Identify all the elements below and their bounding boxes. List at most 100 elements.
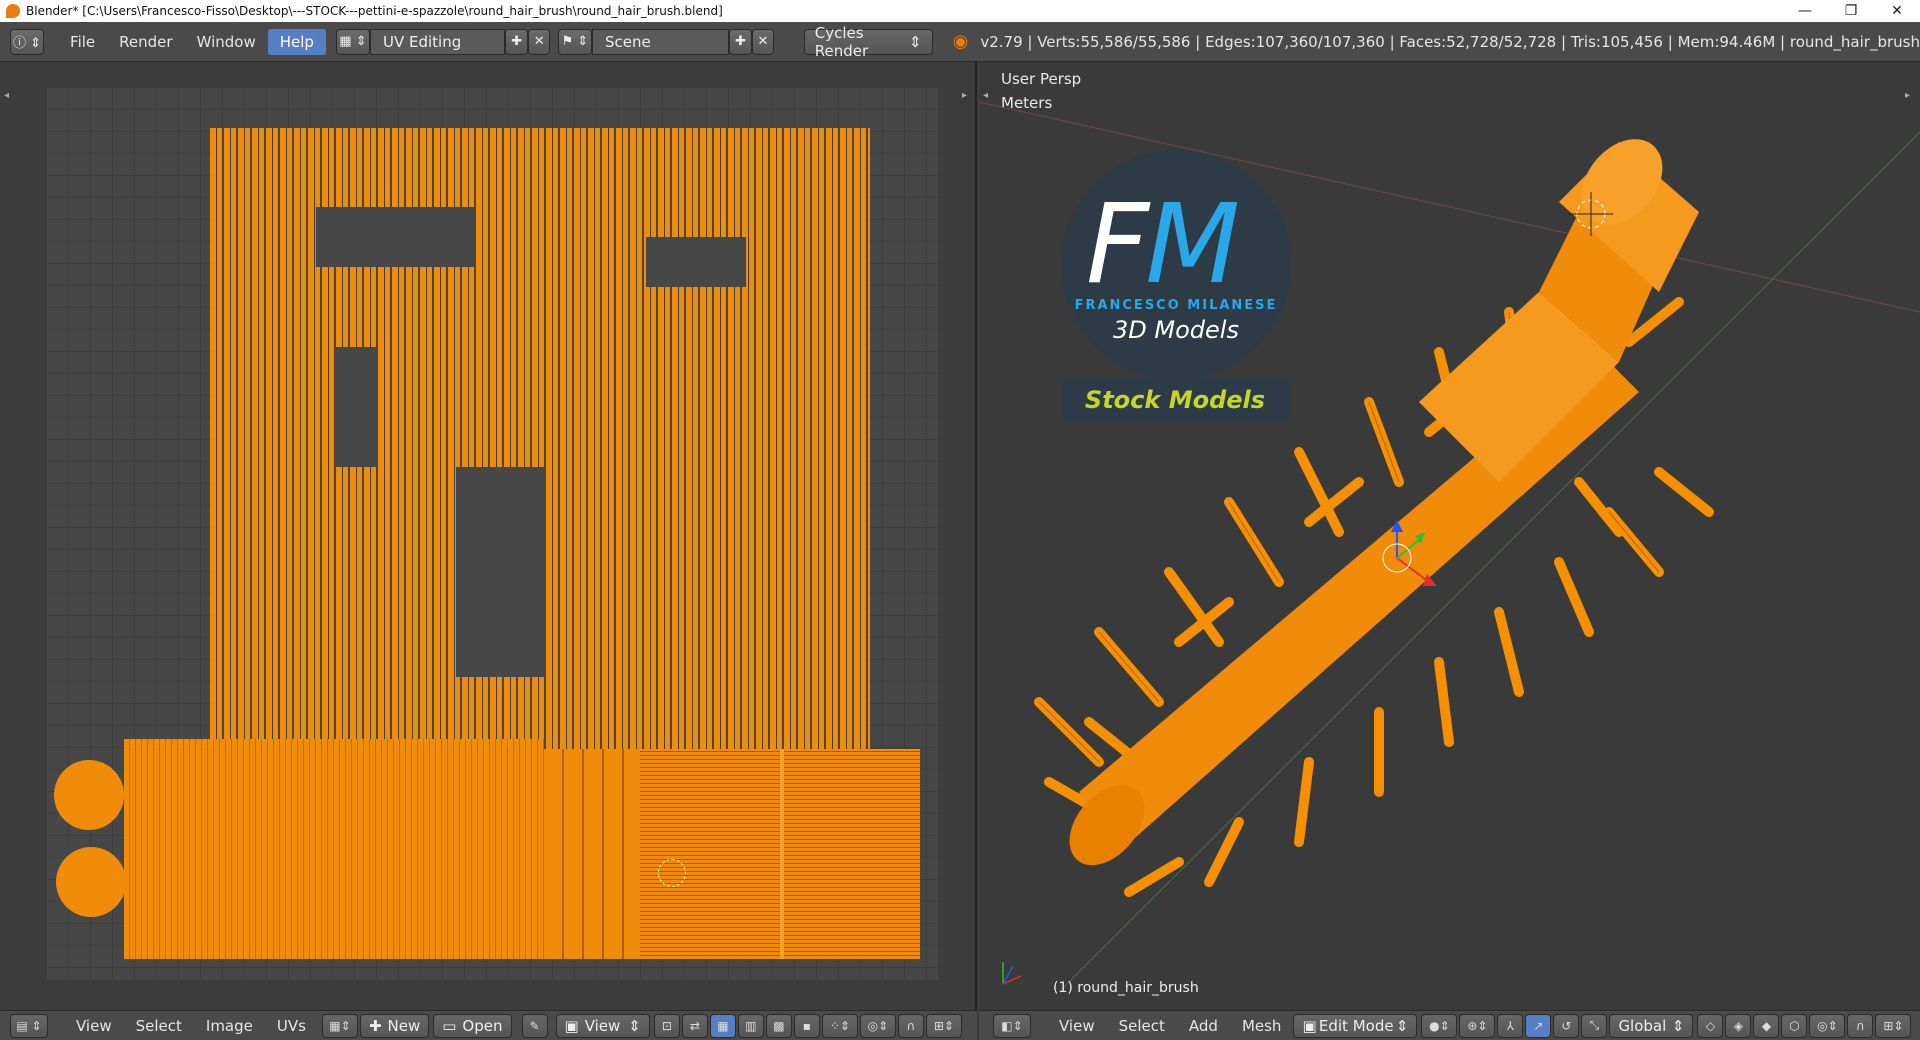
pivot-point-button[interactable]: ⊡ bbox=[653, 1013, 680, 1038]
uv-menu-image[interactable]: Image bbox=[194, 1017, 265, 1035]
interaction-mode-select[interactable]: ▣ Edit Mode ⇕ bbox=[1293, 1013, 1418, 1038]
plus-icon: ✚ bbox=[368, 1016, 382, 1035]
logo-monogram: FM bbox=[1086, 180, 1240, 308]
region-toggle-icon[interactable]: ◂ bbox=[4, 90, 14, 101]
menu-window[interactable]: Window bbox=[185, 29, 268, 55]
uv-grid-canvas[interactable] bbox=[46, 87, 938, 980]
uv-empty-area bbox=[316, 207, 476, 267]
menu-render[interactable]: Render bbox=[107, 29, 184, 55]
edge-mode-button[interactable]: ◈ bbox=[1725, 1013, 1752, 1038]
scale-manipulator-button[interactable]: ⤡ bbox=[1581, 1013, 1608, 1038]
uv-cap-top[interactable] bbox=[54, 760, 124, 830]
new-image-label: New bbox=[387, 1016, 421, 1035]
2d-cursor[interactable] bbox=[658, 859, 686, 887]
vertex-mode-button[interactable]: ◇ bbox=[1697, 1013, 1724, 1038]
island-select-button[interactable]: ▪ bbox=[793, 1013, 820, 1038]
occlude-geometry-button[interactable]: ⬡ bbox=[1781, 1013, 1808, 1038]
scene-stats: v2.79 | Verts:55,586/55,586 | Edges:107,… bbox=[980, 32, 1920, 51]
3d-menu-add[interactable]: Add bbox=[1177, 1017, 1230, 1035]
sync-selection-button[interactable]: ⇄ bbox=[681, 1013, 708, 1038]
add-layout-button[interactable]: ✚ bbox=[505, 28, 529, 55]
snap-element-3d-button[interactable]: ⊞⇕ bbox=[1875, 1013, 1912, 1038]
translate-manipulator-button[interactable]: ↗ bbox=[1525, 1013, 1552, 1038]
delete-layout-button[interactable]: ✕ bbox=[528, 28, 550, 55]
scene-field[interactable]: Scene bbox=[592, 28, 729, 55]
maximize-button[interactable]: ❐ bbox=[1828, 0, 1874, 22]
scale-icon: ⤡ bbox=[1589, 1018, 1600, 1032]
render-engine-value: Cycles Render bbox=[814, 23, 869, 60]
3d-menu-mesh[interactable]: Mesh bbox=[1230, 1017, 1294, 1035]
proportional-edit-3d-button[interactable]: ◎⇕ bbox=[1809, 1013, 1846, 1038]
3d-menu-view[interactable]: View bbox=[1047, 1017, 1107, 1035]
logo-brand-text: FRANCESCO MILANESE bbox=[1074, 298, 1278, 313]
snap-toggle-button[interactable]: ∩ bbox=[897, 1013, 924, 1038]
vertex-select-button[interactable]: ▦ bbox=[709, 1013, 736, 1038]
editor-type-3d-button[interactable]: ◧⇕ bbox=[993, 1013, 1031, 1038]
uv-menu-uvs[interactable]: UVs bbox=[265, 1017, 318, 1035]
viewport-shading-button[interactable]: ●⇕ bbox=[1421, 1013, 1458, 1038]
menu-help[interactable]: Help bbox=[267, 28, 326, 55]
arrow-icon: ↗ bbox=[1533, 1018, 1544, 1033]
minimize-button[interactable]: — bbox=[1782, 0, 1828, 22]
plus-icon: ✚ bbox=[735, 34, 746, 49]
edit-mode-icon: ▣ bbox=[1302, 1016, 1317, 1035]
editor-type-info-button[interactable]: ⓘ ⇕ bbox=[10, 28, 45, 55]
menu-file[interactable]: File bbox=[58, 29, 107, 55]
close-button[interactable]: ✕ bbox=[1874, 0, 1920, 22]
window-titlebar: Blender* [C:\Users\Francesco-Fisso\Deskt… bbox=[0, 0, 1920, 22]
view3d-header: ◧⇕ View Select Add Mesh ▣ Edit Mode ⇕ ●⇕ ⊛… bbox=[979, 1010, 1920, 1040]
image-browse-icon: ▦⇕ bbox=[329, 1018, 351, 1033]
occlude-icon: ⬡ bbox=[1789, 1018, 1800, 1033]
screen-layout-button[interactable]: ▦ ⇕ bbox=[335, 28, 370, 55]
pin-image-button[interactable]: ✎ bbox=[521, 1013, 548, 1038]
image-icon: ▣ bbox=[564, 1016, 579, 1035]
fm-logo: FM FRANCESCO MILANESE 3D Models bbox=[1061, 150, 1291, 380]
delete-scene-button[interactable]: ✕ bbox=[752, 28, 774, 55]
screen-layout-field[interactable]: UV Editing bbox=[369, 28, 506, 55]
solid-shading-icon: ●⇕ bbox=[1429, 1018, 1450, 1033]
region-toggle-icon[interactable]: ▸ bbox=[962, 90, 972, 101]
rotate-manipulator-button[interactable]: ↺ bbox=[1553, 1013, 1580, 1038]
edge-select-button[interactable]: ▥ bbox=[737, 1013, 764, 1038]
sticky-icon: ⁘⇕ bbox=[829, 1018, 850, 1033]
window-title: Blender* [C:\Users\Francesco-Fisso\Deskt… bbox=[26, 4, 723, 18]
render-engine-select[interactable]: Cycles Render ⇕ bbox=[803, 24, 933, 60]
uv-image-editor[interactable]: ◂ ▸ bbox=[0, 62, 977, 1010]
3d-viewport[interactable]: ◂ ▸ User Persp Meters FM FRANCESCO MILAN… bbox=[979, 62, 1920, 1010]
uv-menu-view[interactable]: View bbox=[64, 1017, 124, 1035]
interaction-mode-label: Edit Mode bbox=[1318, 1016, 1394, 1035]
add-scene-button[interactable]: ✚ bbox=[728, 28, 753, 55]
transform-orientation-select[interactable]: Global ⇕ bbox=[1609, 1013, 1694, 1038]
uv-core-strip[interactable] bbox=[640, 749, 920, 959]
uv-menu-select[interactable]: Select bbox=[124, 1017, 194, 1035]
open-image-button[interactable]: ▭ Open bbox=[433, 1013, 512, 1038]
3d-menu-select[interactable]: Select bbox=[1107, 1017, 1177, 1035]
snap-element-button[interactable]: ⊞⇕ bbox=[925, 1013, 962, 1038]
snap-element-icon: ⊞⇕ bbox=[933, 1018, 954, 1033]
uv-ring-strip[interactable] bbox=[544, 749, 640, 959]
face-mode-button[interactable]: ◆ bbox=[1753, 1013, 1780, 1038]
uv-cap-bottom[interactable] bbox=[56, 847, 126, 917]
sticky-mode-button[interactable]: ⁘⇕ bbox=[821, 1013, 858, 1038]
info-header: ⓘ ⇕ File Render Window Help ▦ ⇕ UV Editi… bbox=[0, 22, 1920, 62]
view-mode-select[interactable]: ▣ View ⇕ bbox=[555, 1013, 650, 1038]
plus-icon: ✚ bbox=[511, 34, 523, 49]
manipulator-toggle-button[interactable]: ⅄ bbox=[1497, 1013, 1524, 1038]
updown-arrow-icon: ⇕ bbox=[1671, 1016, 1685, 1035]
pivot-select-button[interactable]: ⊛⇕ bbox=[1459, 1013, 1496, 1038]
x-icon: ✕ bbox=[533, 34, 545, 49]
blender-logo-icon bbox=[6, 4, 20, 18]
uv-handle-strip[interactable] bbox=[124, 739, 544, 959]
sync-icon: ⇄ bbox=[689, 1018, 700, 1033]
new-image-button[interactable]: ✚ New bbox=[359, 1013, 430, 1038]
scene-type-button[interactable]: ⚑ ⇕ bbox=[557, 28, 593, 55]
browse-image-button[interactable]: ▦⇕ bbox=[321, 1013, 358, 1038]
pivot-icon: ⊛⇕ bbox=[1467, 1018, 1488, 1033]
proportional-edit-button[interactable]: ◎⇕ bbox=[859, 1013, 896, 1038]
snap-3d-button[interactable]: ∩ bbox=[1847, 1013, 1874, 1038]
pin-icon: ✎ bbox=[529, 1018, 540, 1033]
pivot-icon: ⊡ bbox=[661, 1018, 672, 1033]
face-select-button[interactable]: ▩ bbox=[765, 1013, 792, 1038]
editor-type-uv-button[interactable]: ▤ ⇕ bbox=[10, 1013, 48, 1038]
vertex-mode-icon: ◇ bbox=[1705, 1018, 1716, 1033]
